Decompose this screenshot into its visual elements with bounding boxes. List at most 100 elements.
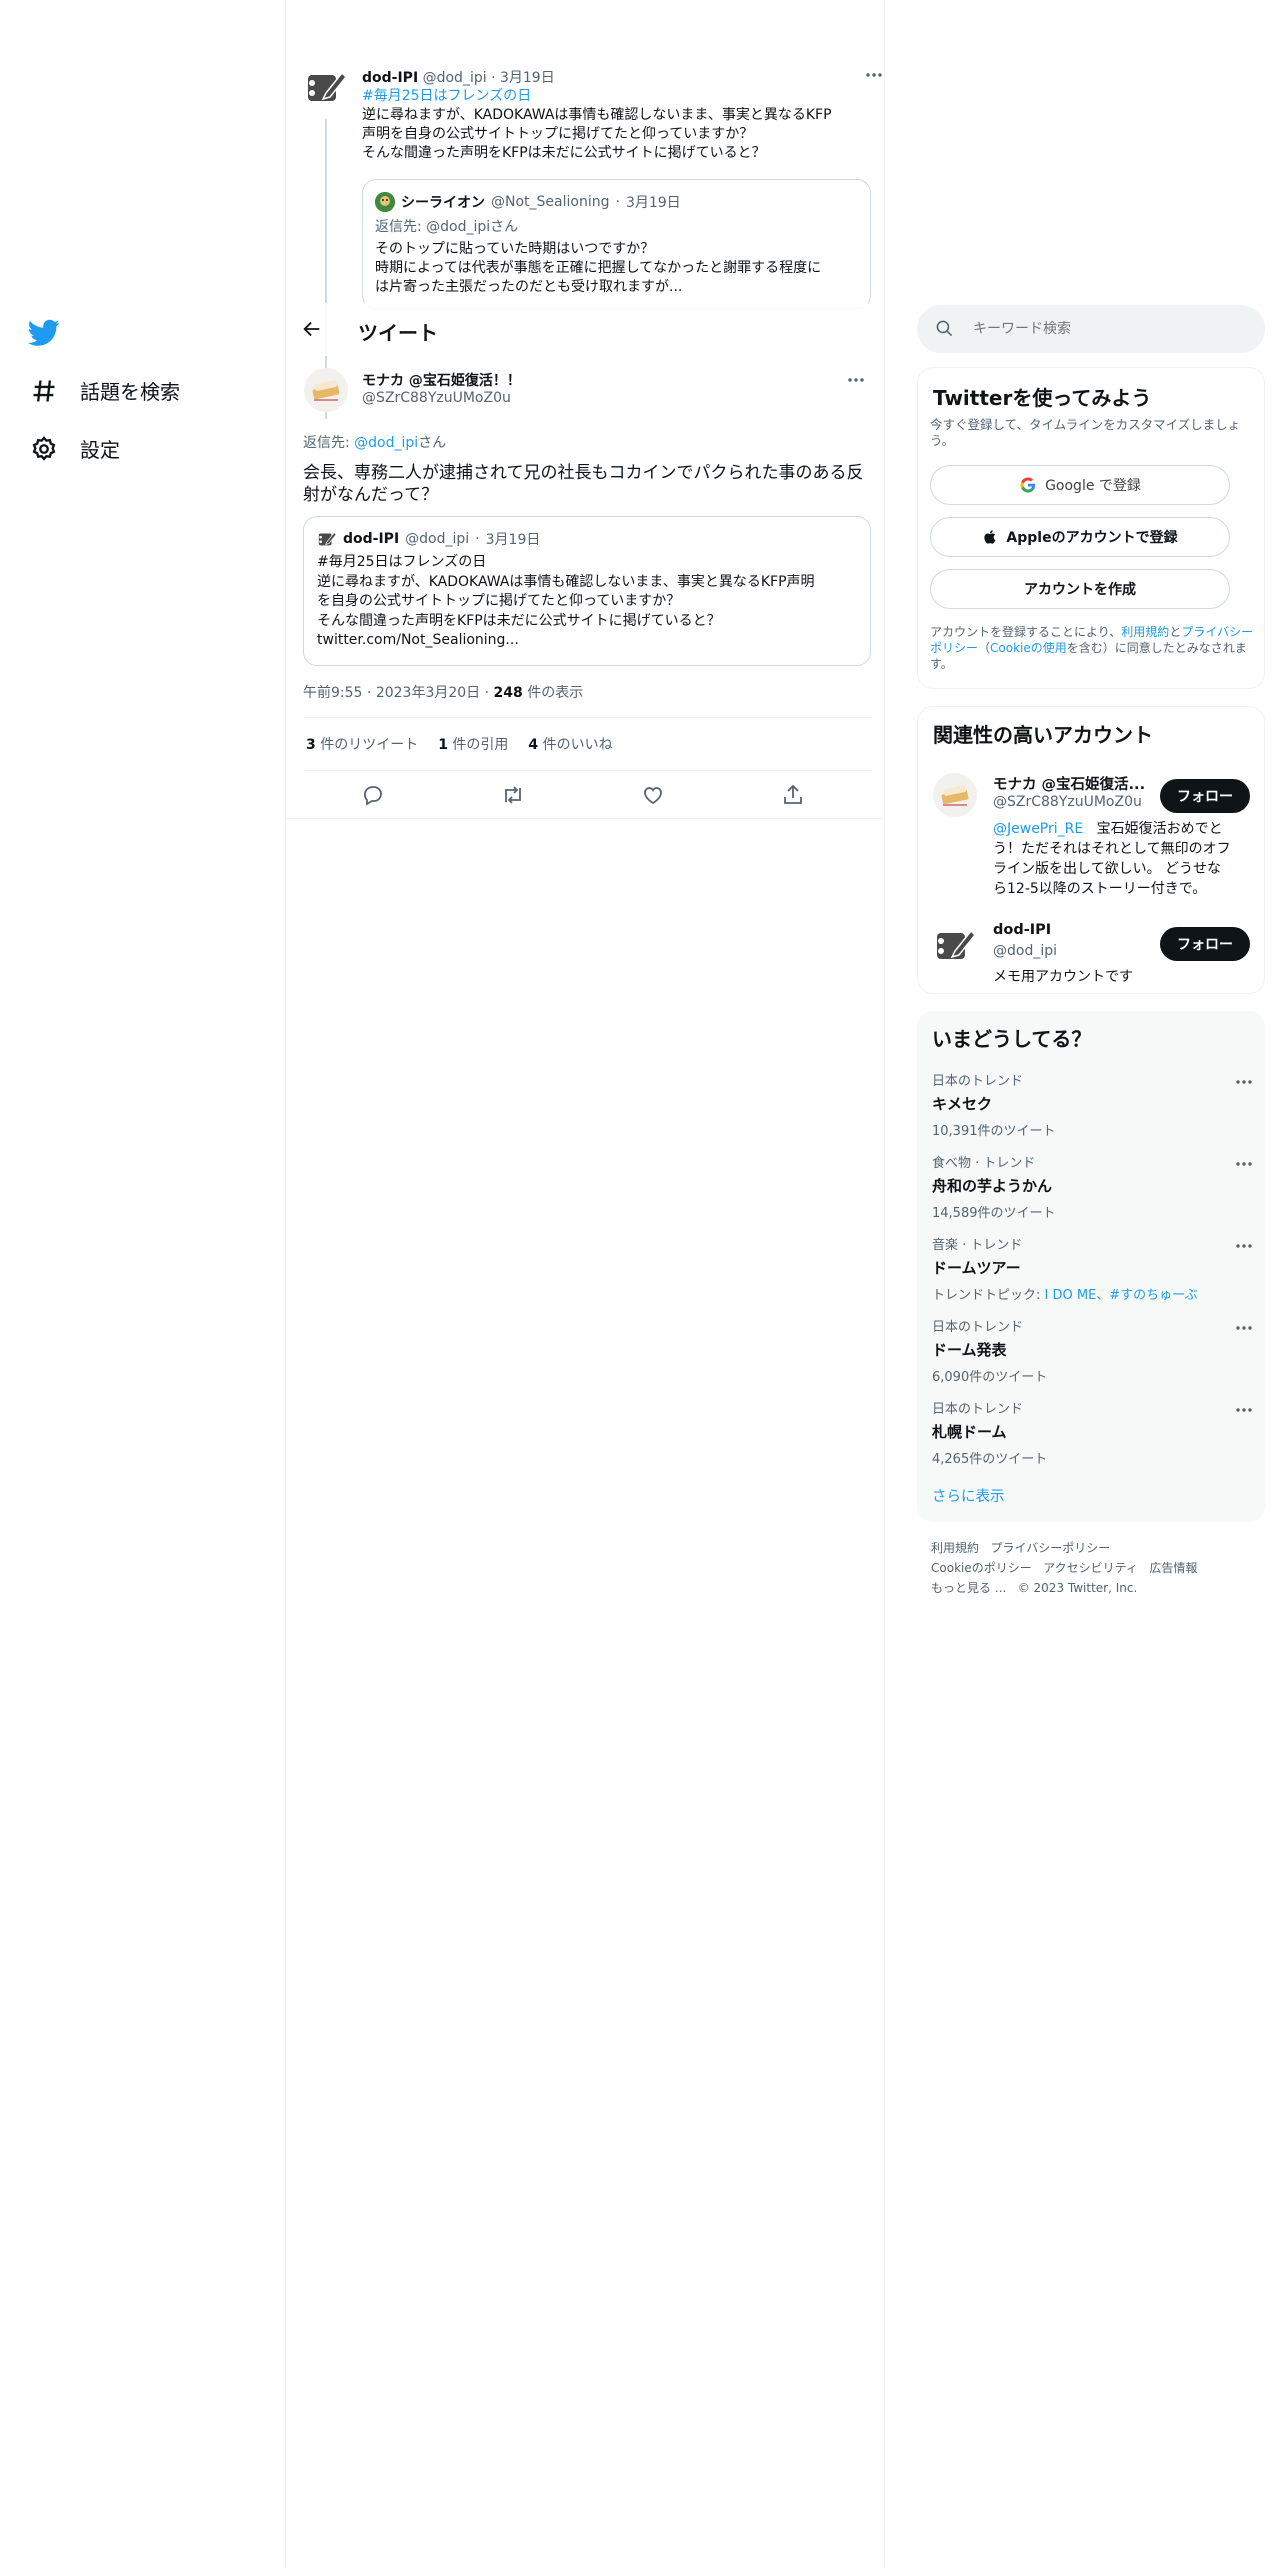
apple-signup-button[interactable]: Appleのアカウントで登録 xyxy=(930,517,1230,557)
footer-link[interactable]: アクセシビリティ xyxy=(1043,1561,1138,1575)
footer-link[interactable]: プライバシーポリシー xyxy=(990,1541,1110,1555)
divider xyxy=(303,717,873,718)
hashtag-link[interactable]: #毎月25日はフレンズの日 xyxy=(362,87,872,106)
trend-category: 日本のトレンド xyxy=(932,1074,1024,1089)
gear-icon xyxy=(30,435,58,463)
tweet-line: 声明を自身の公式サイトトップに掲げてたと仰っていますか？ xyxy=(362,126,754,142)
tweet-time[interactable]: 午前9:55 xyxy=(303,685,362,701)
reply-context: 返信先: @dod_ipiさん xyxy=(375,216,518,236)
quotes-stat[interactable]: 1 件の引用 xyxy=(438,734,508,754)
trend-category: 日本のトレンド xyxy=(932,1320,1024,1335)
account-item[interactable]: dod-IPI @dod_ipi フォロー メモ用アカウントです xyxy=(918,913,1266,989)
like-icon[interactable] xyxy=(641,783,665,807)
cookie-link[interactable]: Cookieの使用 xyxy=(990,641,1067,655)
reply-icon[interactable] xyxy=(361,783,385,807)
trend-item[interactable]: 音楽 · トレンド ドームツアー トレンドトピック: I DO ME、#すのちゅ… xyxy=(932,1234,1252,1303)
avatar[interactable] xyxy=(304,65,348,109)
google-signup-label: Google で登録 xyxy=(1045,478,1141,494)
tweet-line: #毎月25日はフレンズの日 xyxy=(317,554,487,570)
quoted-tweet-text: #毎月25日はフレンズの日 逆に尋ねますが、KADOKAWAは事情も確認しないま… xyxy=(317,553,862,651)
reply-handle: @dod_ipiさん xyxy=(426,219,519,235)
author-name[interactable]: dod-IPI xyxy=(362,70,418,86)
author-handle[interactable]: @dod_ipi xyxy=(423,70,487,86)
more-icon[interactable] xyxy=(1234,1072,1254,1092)
view-label: 件の表示 xyxy=(527,685,584,701)
more-icon[interactable] xyxy=(1234,1236,1254,1256)
bio-line: う！ただそれはそれとして無印のオフ xyxy=(993,841,1231,857)
show-more-link[interactable]: さらに表示 xyxy=(932,1485,1005,1506)
retweets-stat[interactable]: 3 件のリツイート xyxy=(306,734,418,754)
tweet-line: そんな間違った声明をKFPは未だに公式サイトに掲げていると？ xyxy=(317,612,721,629)
terms-link[interactable]: 利用規約 xyxy=(1121,625,1169,639)
search-box[interactable] xyxy=(917,305,1265,353)
signup-subtitle: 今すぐ登録して、タイムラインをカスタマイズしましょう。 xyxy=(930,417,1241,448)
tweet-date[interactable]: 3月19日 xyxy=(500,70,555,86)
trend-item[interactable]: 日本のトレンド ドーム発表 6,090件のツイート xyxy=(932,1316,1252,1385)
tweet-line: 逆に尋ねますが、KADOKAWAは事情も確認しないまま、事実と異なるKFP声明 xyxy=(317,573,815,590)
like-count: 4 xyxy=(528,737,539,753)
account-item[interactable]: モナカ @宝石姫復活... @SZrC88YzuUMoZ0u フォロー @Jew… xyxy=(918,763,1266,903)
retweet-icon[interactable] xyxy=(501,783,525,807)
reply-prefix: 返信先: xyxy=(375,219,427,235)
trend-category: 音楽 · トレンド xyxy=(932,1238,1023,1253)
nav-explore[interactable]: 話題を検索 xyxy=(30,376,180,405)
trend-item[interactable]: 日本のトレンド 札幌ドーム 4,265件のツイート xyxy=(932,1398,1252,1467)
author-name[interactable]: モナカ @宝石姫復活！！ xyxy=(362,370,521,390)
tweet-date[interactable]: 2023年3月20日 xyxy=(376,685,480,701)
trend-name: ドームツアー xyxy=(932,1259,1021,1277)
tweet-line: 時期によっては代表が事態を正確に把握してなかったと謝罪する程度に xyxy=(375,260,822,276)
trend-item[interactable]: 日本のトレンド キメセク 10,391件のツイート xyxy=(932,1070,1252,1139)
topic-label: トレンドトピック: xyxy=(932,1288,1045,1303)
quote-count: 1 xyxy=(438,737,448,753)
more-icon[interactable] xyxy=(864,65,884,85)
page-title: ツイート xyxy=(358,321,438,345)
reply-handle-link[interactable]: @dod_ipi xyxy=(354,435,418,451)
parent-tweet[interactable]: dod-IPI @dod_ipi · 3月19日 #毎月25日はフレンズの日 逆… xyxy=(304,65,882,419)
more-icon[interactable] xyxy=(1234,1154,1254,1174)
more-icon[interactable] xyxy=(1234,1318,1254,1338)
bio-mention-link[interactable]: @JewePri_RE xyxy=(993,821,1083,837)
trends-title: いまどうしてる？ xyxy=(932,1027,1092,1051)
separator-dot: · xyxy=(366,685,372,701)
likes-stat[interactable]: 4 件のいいね xyxy=(528,734,612,754)
google-signup-button[interactable]: Google で登録 xyxy=(930,465,1230,505)
tweet-stats: 3 件のリツイート 1 件の引用 4 件のいいね xyxy=(306,734,613,754)
trend-count: 4,265件のツイート xyxy=(932,1452,1048,1467)
trend-count: 6,090件のツイート xyxy=(932,1370,1048,1385)
back-arrow-icon[interactable] xyxy=(301,318,323,340)
account-name: dod-IPI xyxy=(993,922,1052,938)
follow-button[interactable]: フォロー xyxy=(1160,779,1250,813)
apple-icon xyxy=(982,528,998,546)
like-label: 件のいいね xyxy=(542,737,613,753)
twitter-logo-icon[interactable] xyxy=(28,316,60,348)
quoted-tweet-header: dod-IPI @dod_ipi · 3月19日 xyxy=(317,529,540,549)
footer-link[interactable]: 広告情報 xyxy=(1149,1561,1197,1575)
retweet-count: 3 xyxy=(306,737,316,753)
avatar[interactable] xyxy=(304,368,348,412)
footer-link[interactable]: Cookieのポリシー xyxy=(931,1561,1032,1575)
legal-notice: アカウントを登録することにより、利用規約とプライバシーポリシー（Cookieの使… xyxy=(930,624,1255,672)
quoted-tweet[interactable]: シーライオン @Not_Sealioning · 3月19日 返信先: @dod… xyxy=(362,179,871,309)
quoted-tweet[interactable]: dod-IPI @dod_ipi · 3月19日 #毎月25日はフレンズの日 逆… xyxy=(303,516,871,666)
share-icon[interactable] xyxy=(781,783,805,807)
more-icon[interactable] xyxy=(1234,1400,1254,1420)
more-icon[interactable] xyxy=(846,370,866,390)
separator-dot: · xyxy=(615,194,620,210)
tweet-header-bar: ツイート xyxy=(286,303,884,356)
nav-settings-label: 設定 xyxy=(80,438,120,462)
signup-card: Twitterを使ってみよう 今すぐ登録して、タイムラインをカスタマイズしましょ… xyxy=(917,367,1265,689)
search-input[interactable] xyxy=(973,317,1243,341)
create-account-button[interactable]: アカウントを作成 xyxy=(930,569,1230,609)
nav-settings[interactable]: 設定 xyxy=(30,434,120,463)
trend-name: ドーム発表 xyxy=(932,1341,1007,1359)
footer-link[interactable]: 利用規約 xyxy=(931,1541,979,1555)
google-icon xyxy=(1019,476,1037,494)
follow-button[interactable]: フォロー xyxy=(1160,927,1250,961)
topic-links[interactable]: I DO ME、#すのちゅーぶ xyxy=(1045,1288,1198,1303)
trends-card: いまどうしてる？ 日本のトレンド キメセク 10,391件のツイート 食べ物 ·… xyxy=(917,1011,1265,1522)
nav-explore-label: 話題を検索 xyxy=(80,380,180,404)
retweet-label: 件のリツイート xyxy=(320,737,419,753)
trend-item[interactable]: 食べ物 · トレンド 舟和の芋ようかん 14,589件のツイート xyxy=(932,1152,1252,1221)
author-handle[interactable]: @SZrC88YzuUMoZ0u xyxy=(362,390,511,406)
footer-more-link[interactable]: もっと見る ... xyxy=(931,1581,1006,1595)
